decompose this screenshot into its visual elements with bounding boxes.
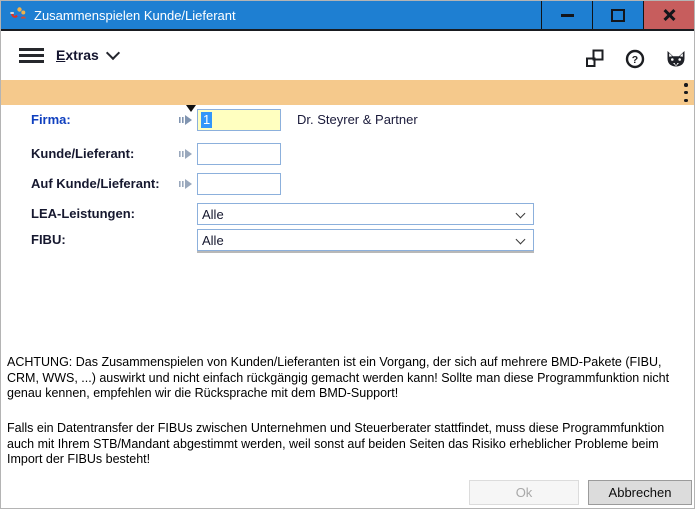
- firma-label: Firma:: [31, 112, 71, 127]
- firma-company-name: Dr. Steyrer & Partner: [297, 112, 418, 127]
- warning-paragraph-2: Falls ein Datentransfer der FIBUs zwisch…: [7, 421, 665, 466]
- fibu-value: Alle: [202, 232, 224, 248]
- fox-icon[interactable]: [666, 49, 686, 69]
- firma-value: 1: [201, 112, 213, 128]
- menu-extras[interactable]: Extras: [56, 44, 120, 66]
- field-arrow-icon[interactable]: [179, 179, 193, 189]
- maximize-button[interactable]: [592, 1, 643, 29]
- menubar: Extras ?: [1, 31, 694, 79]
- firma-input[interactable]: 1: [197, 109, 281, 131]
- ok-button[interactable]: Ok: [469, 480, 579, 505]
- dialog-window: Zusammenspielen Kunde/Lieferant Extras ?: [0, 0, 695, 509]
- lea-leistungen-row: LEA-Leistungen: Alle: [1, 203, 694, 225]
- cancel-button[interactable]: Abbrechen: [588, 480, 692, 505]
- extras-label-underlined: E: [56, 47, 66, 63]
- toolbar-strip: [1, 80, 694, 105]
- window-controls: [541, 1, 694, 29]
- dropdown-chevron-icon: [515, 234, 526, 245]
- warning-paragraph-1: ACHTUNG: Das Zusammenspielen von Kunden/…: [7, 355, 670, 400]
- close-button[interactable]: [643, 1, 694, 29]
- field-arrow-icon[interactable]: [179, 115, 193, 125]
- window-title: Zusammenspielen Kunde/Lieferant: [34, 7, 236, 23]
- fibu-dropdown[interactable]: Alle: [197, 229, 534, 251]
- extras-label: xtras: [65, 47, 99, 63]
- lea-leistungen-value: Alle: [202, 206, 224, 222]
- fibu-row: FIBU: Alle: [1, 229, 694, 251]
- fibu-label: FIBU:: [31, 232, 66, 247]
- kunde-lieferant-label: Kunde/Lieferant:: [31, 146, 135, 161]
- kunde-lieferant-row: Kunde/Lieferant:: [1, 143, 694, 165]
- maximize-icon: [611, 8, 625, 22]
- auf-kunde-lieferant-row: Auf Kunde/Lieferant:: [1, 173, 694, 195]
- help-icon[interactable]: ?: [625, 49, 645, 69]
- kunde-lieferant-input[interactable]: [197, 143, 281, 165]
- kebab-menu-icon[interactable]: [683, 83, 689, 102]
- auf-kunde-lieferant-label: Auf Kunde/Lieferant:: [31, 176, 160, 191]
- linked-windows-icon[interactable]: [585, 49, 605, 69]
- auf-kunde-lieferant-input[interactable]: [197, 173, 281, 195]
- dropdown-chevron-icon: [515, 208, 526, 219]
- merge-people-magnet-icon: [10, 7, 26, 19]
- hamburger-icon[interactable]: [19, 48, 44, 63]
- field-arrow-icon[interactable]: [179, 149, 193, 159]
- lea-leistungen-dropdown[interactable]: Alle: [197, 203, 534, 225]
- minimize-icon: [560, 13, 574, 17]
- titlebar[interactable]: Zusammenspielen Kunde/Lieferant: [1, 1, 694, 31]
- svg-text:?: ?: [632, 54, 638, 66]
- minimize-button[interactable]: [541, 1, 592, 29]
- close-icon: [662, 8, 676, 22]
- lea-leistungen-label: LEA-Leistungen:: [31, 206, 135, 221]
- chevron-down-icon: [105, 45, 120, 61]
- firma-row: Firma: 1 Dr. Steyrer & Partner: [1, 109, 694, 131]
